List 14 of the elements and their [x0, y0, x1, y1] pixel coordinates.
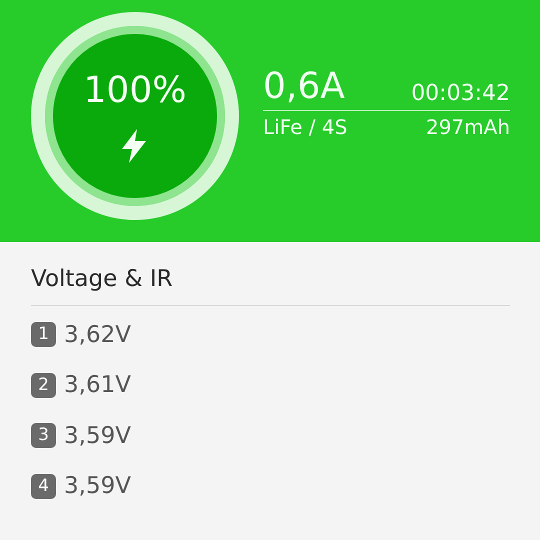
cell-number: 1	[31, 322, 56, 348]
cell-number: 2	[31, 372, 56, 398]
elapsed-time: 00:03:42	[411, 83, 510, 105]
cell-voltage: 3,59V	[64, 422, 131, 450]
charge-current: 0,6A	[263, 69, 345, 105]
section-title: Voltage & IR	[31, 262, 510, 306]
cell-voltage: 3,61V	[64, 371, 131, 400]
charged-capacity: 297mAh	[426, 117, 510, 137]
charge-percent: 100%	[84, 70, 186, 111]
cell-number: 4	[31, 474, 56, 499]
cell-voltage: 3,59V	[64, 472, 131, 501]
battery-type: LiFe / 4S	[263, 117, 348, 137]
cell-voltage: 3,62V	[64, 320, 131, 350]
cell-number: 3	[31, 423, 56, 448]
